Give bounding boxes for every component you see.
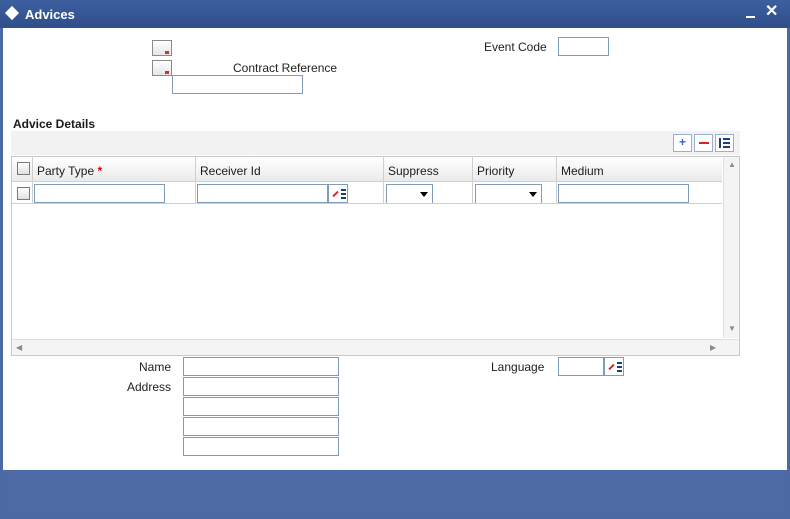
- horizontal-scrollbar[interactable]: ◀ ▶: [12, 339, 739, 355]
- contract-auth-icon[interactable]: [152, 60, 172, 76]
- vertical-scrollbar[interactable]: ▲ ▼: [723, 157, 739, 338]
- medium-field[interactable]: [558, 184, 689, 203]
- contract-reference-field[interactable]: [172, 75, 303, 94]
- name-field[interactable]: [183, 357, 339, 376]
- event-code-label: Event Code: [484, 40, 547, 54]
- address-line-3-field[interactable]: [183, 417, 339, 436]
- select-all-checkbox[interactable]: [17, 162, 30, 175]
- suppress-header: Suppress: [388, 164, 439, 178]
- scroll-up-icon[interactable]: ▲: [728, 161, 736, 169]
- column-divider: [195, 157, 196, 204]
- party-type-header: Party Type *: [37, 164, 103, 178]
- scroll-left-icon[interactable]: ◀: [16, 344, 22, 352]
- address-line-4-field[interactable]: [183, 437, 339, 456]
- chevron-down-icon: [529, 192, 537, 197]
- language-lov-icon[interactable]: [604, 357, 624, 376]
- advice-details-title: Advice Details: [13, 117, 96, 131]
- name-label: Name: [138, 360, 171, 374]
- contract-reference-label: Contract Reference: [233, 61, 338, 75]
- grid-header: Party Type * Receiver Id Suppress Priori…: [12, 157, 722, 182]
- main-content: Contract Reference Event Code Advice Det…: [3, 28, 787, 470]
- advices-window: Advices ✕ Contract Reference Event Code …: [0, 0, 790, 519]
- language-label: Language: [491, 360, 545, 374]
- grid-toolbar: [11, 131, 740, 155]
- receiver-id-header: Receiver Id: [200, 164, 261, 178]
- column-divider: [556, 157, 557, 204]
- event-code-field[interactable]: [558, 37, 609, 56]
- plus-icon[interactable]: +: [673, 134, 692, 152]
- minus-icon[interactable]: [694, 134, 713, 152]
- priority-header: Priority: [477, 164, 515, 178]
- address-line-1-field[interactable]: [183, 377, 339, 396]
- column-divider: [472, 157, 473, 204]
- party-type-field[interactable]: [34, 184, 165, 203]
- contract-status-icon[interactable]: [152, 40, 172, 56]
- row-divider: [12, 203, 722, 204]
- chevron-down-icon: [420, 192, 428, 197]
- address-label: Address: [126, 380, 171, 394]
- language-field[interactable]: [558, 357, 604, 376]
- row-checkbox[interactable]: [17, 187, 30, 200]
- title-bar: Advices ✕: [0, 0, 790, 28]
- column-divider: [383, 157, 384, 204]
- medium-header: Medium: [561, 164, 604, 178]
- receiver-id-field[interactable]: [197, 184, 328, 203]
- column-divider: [32, 157, 33, 204]
- scroll-right-icon[interactable]: ▶: [710, 344, 716, 352]
- suppress-select[interactable]: [386, 184, 433, 204]
- minimize-icon[interactable]: [746, 16, 755, 18]
- advice-details-grid: Party Type * Receiver Id Suppress Priori…: [11, 156, 740, 356]
- priority-select[interactable]: [475, 184, 542, 204]
- window-icon: [4, 5, 20, 21]
- list-icon[interactable]: [715, 134, 734, 152]
- receiver-id-lov-icon[interactable]: [328, 184, 348, 203]
- close-icon[interactable]: ✕: [765, 3, 778, 21]
- address-line-2-field[interactable]: [183, 397, 339, 416]
- window-title: Advices: [25, 7, 75, 22]
- footer-bar: [3, 470, 787, 516]
- required-mark: *: [97, 164, 103, 178]
- scroll-down-icon[interactable]: ▼: [728, 325, 736, 333]
